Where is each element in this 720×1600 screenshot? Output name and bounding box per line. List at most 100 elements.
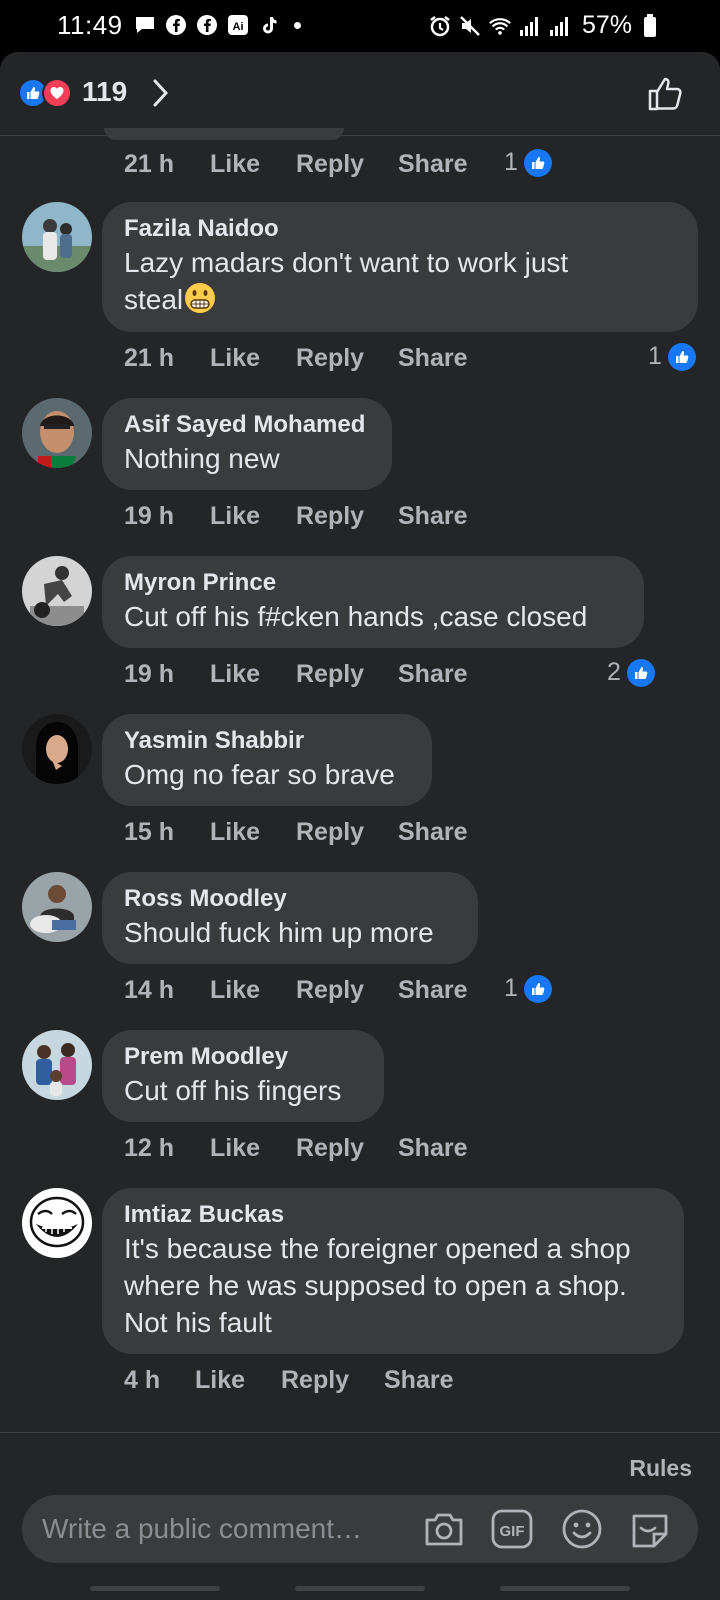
share-button[interactable]: Share [398, 976, 467, 1005]
comment-text: Nothing new [124, 443, 280, 474]
facebook-icon-2 [195, 13, 219, 37]
avatar[interactable] [22, 1030, 92, 1100]
comment-bubble[interactable]: Fazila Naidoo Lazy madars don't want to … [102, 202, 698, 332]
comment-input[interactable] [42, 1495, 422, 1563]
avatar[interactable] [22, 714, 92, 784]
comment-bubble[interactable]: Asif Sayed Mohamed Nothing new [102, 398, 392, 490]
comment-actions: 12 h Like Reply Share [0, 1124, 720, 1188]
nav-home-button[interactable] [295, 1586, 425, 1591]
facebook-icon [164, 13, 188, 37]
comment-time: 15 h [124, 818, 175, 846]
mute-icon [458, 14, 482, 38]
share-button[interactable]: Share [398, 344, 467, 373]
comment-like-count[interactable]: 1 [504, 148, 552, 177]
comment-text: Should fuck him up more [124, 917, 434, 948]
comment-bubble[interactable]: Myron Prince Cut off his f#cken hands ,c… [102, 556, 644, 648]
nav-recent-button[interactable] [90, 1586, 220, 1591]
like-comment-button[interactable]: Like [210, 344, 260, 373]
comment-item: Asif Sayed Mohamed Nothing new [0, 398, 720, 492]
share-button[interactable]: Share [384, 1366, 453, 1395]
comment-item: Yasmin Shabbir Omg no fear so brave [0, 714, 720, 808]
comment-like-count[interactable]: 1 [648, 342, 696, 371]
avatar[interactable] [22, 398, 92, 468]
reply-button[interactable]: Reply [296, 344, 364, 373]
like-post-icon[interactable] [646, 74, 686, 119]
svg-text:GIF: GIF [500, 1523, 525, 1540]
comment-time: 21 h [124, 344, 175, 372]
alarm-icon [428, 14, 452, 38]
comment-text: Omg no fear so brave [124, 759, 395, 790]
like-comment-button[interactable]: Like [210, 976, 260, 1005]
more-notifications-dot [294, 21, 301, 29]
emoji-icon[interactable] [560, 1507, 604, 1551]
comment-time: 21 h [124, 150, 175, 178]
comment-author[interactable]: Fazila Naidoo [124, 214, 676, 244]
comment-text: Lazy madars don't want to work just stea… [124, 247, 569, 315]
comment-time: 19 h [124, 660, 175, 688]
chat-notification-icon [133, 13, 157, 37]
battery-icon [638, 13, 662, 38]
comment-item: Ross Moodley Should fuck him up more [0, 872, 720, 966]
like-comment-button[interactable]: Like [210, 1134, 260, 1163]
reaction-count: 119 [82, 76, 128, 107]
gif-icon[interactable]: GIF [490, 1507, 534, 1551]
comment-item: Imtiaz Buckas It's because the foreigner… [0, 1188, 720, 1356]
comment-item: Prem Moodley Cut off his fingers [0, 1030, 720, 1124]
avatar[interactable] [22, 1188, 92, 1258]
sticker-icon[interactable] [628, 1507, 672, 1551]
status-time: 11:49 [57, 10, 123, 40]
nav-back-button[interactable] [500, 1586, 630, 1591]
share-button[interactable]: Share [398, 660, 467, 689]
chevron-right-icon[interactable] [152, 78, 170, 113]
reply-button[interactable]: Reply [296, 502, 364, 531]
camera-icon[interactable] [422, 1507, 466, 1551]
reply-button[interactable]: Reply [296, 660, 364, 689]
like-comment-button[interactable]: Like [210, 502, 260, 531]
reply-button[interactable]: Reply [296, 1134, 364, 1163]
reactions-header[interactable]: 119 [0, 52, 720, 136]
system-nav-bar [0, 1574, 720, 1600]
like-comment-button[interactable]: Like [210, 818, 260, 847]
share-button[interactable]: Share [398, 150, 467, 179]
reply-button[interactable]: Reply [281, 1366, 349, 1395]
avatar[interactable] [22, 872, 92, 942]
avatar[interactable] [22, 556, 92, 626]
comment-input-box: GIF [22, 1495, 698, 1563]
rules-link[interactable]: Rules [629, 1455, 692, 1482]
tiktok-icon [257, 13, 281, 37]
comment-author[interactable]: Prem Moodley [124, 1042, 362, 1072]
like-badge-icon [523, 974, 552, 1003]
svg-text:Ai: Ai [233, 21, 244, 33]
comment-author[interactable]: Myron Prince [124, 568, 622, 598]
like-badge-icon [667, 342, 696, 371]
comment-like-count[interactable]: 1 [504, 974, 552, 1003]
comment-author[interactable]: Ross Moodley [124, 884, 456, 914]
share-button[interactable]: Share [398, 502, 467, 531]
comment-bubble[interactable]: Imtiaz Buckas It's because the foreigner… [102, 1188, 684, 1354]
screen: 11:49 Ai 57% 119 21 h Like Reply Share 1… [0, 0, 720, 1600]
share-button[interactable]: Share [398, 818, 467, 847]
comment-bubble[interactable]: Yasmin Shabbir Omg no fear so brave [102, 714, 432, 806]
like-comment-button[interactable]: Like [210, 150, 260, 179]
comment-bubble[interactable]: Ross Moodley Should fuck him up more [102, 872, 478, 964]
share-button[interactable]: Share [398, 1134, 467, 1163]
like-comment-button[interactable]: Like [195, 1366, 245, 1395]
battery-percent: 57% [581, 11, 632, 39]
comment-text: Cut off his fingers [124, 1075, 342, 1106]
reply-button[interactable]: Reply [296, 150, 364, 179]
signal-icon [518, 14, 542, 38]
comment-author[interactable]: Imtiaz Buckas [124, 1200, 662, 1230]
reply-button[interactable]: Reply [296, 818, 364, 847]
comment-time: 19 h [124, 502, 175, 530]
like-comment-button[interactable]: Like [210, 660, 260, 689]
comment-actions: 21 h Like Reply Share 1 [0, 136, 720, 202]
avatar[interactable] [22, 202, 92, 272]
comment-author[interactable]: Asif Sayed Mohamed [124, 410, 370, 440]
reply-button[interactable]: Reply [296, 976, 364, 1005]
comment-bubble[interactable]: Prem Moodley Cut off his fingers [102, 1030, 384, 1122]
comment-time: 14 h [124, 976, 175, 1004]
comment-like-count[interactable]: 2 [607, 658, 655, 687]
comment-actions: 4 h Like Reply Share [0, 1356, 720, 1420]
comment-author[interactable]: Yasmin Shabbir [124, 726, 410, 756]
comment-text: Cut off his f#cken hands ,case closed [124, 601, 588, 632]
